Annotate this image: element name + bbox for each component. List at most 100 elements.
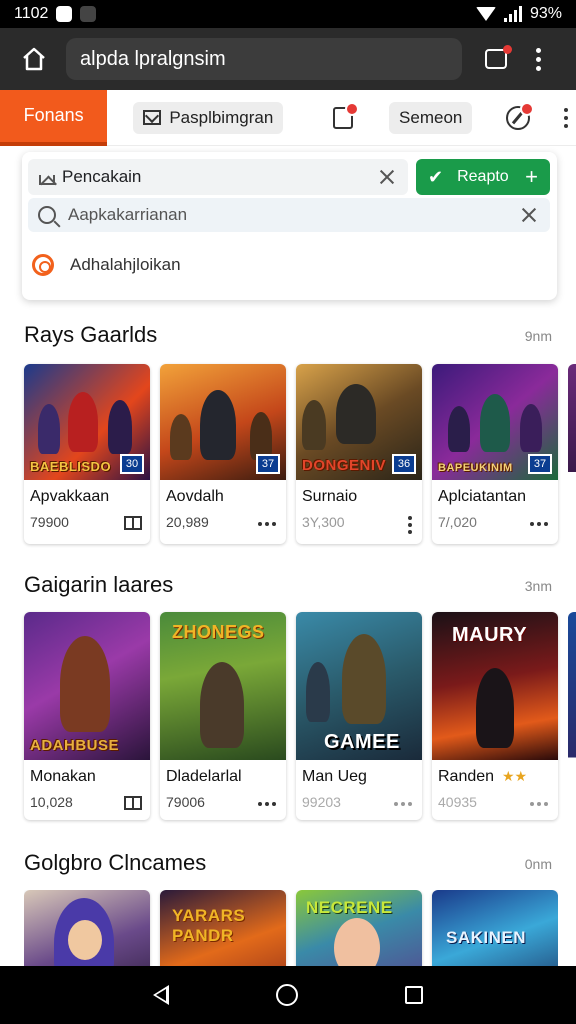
game-card[interactable]: BAEBLISDO 30 Apvakkaan 79900	[24, 364, 150, 544]
nav-chip-label: Pasplbimgran	[169, 107, 274, 127]
suggestion-text: Adhalahjloikan	[70, 255, 181, 274]
game-count: 40935	[438, 794, 477, 810]
status-time: 1102	[14, 5, 49, 22]
notes-badge	[345, 101, 360, 116]
more-icon[interactable]	[530, 802, 548, 806]
section-title: Rays Gaarlds	[24, 322, 158, 347]
game-count: 7/,020	[438, 514, 477, 530]
nav-chip-mail[interactable]: Pasplbimgran	[133, 101, 284, 134]
clear-location-button[interactable]	[376, 166, 398, 188]
section-see-all[interactable]: 0nm	[525, 856, 552, 872]
explore-badge	[520, 101, 535, 116]
game-title: Dladelarlal	[166, 768, 242, 785]
game-card[interactable]	[24, 890, 150, 966]
game-thumbnail: GAMEE	[296, 612, 422, 760]
home-circle-icon[interactable]	[275, 984, 298, 1006]
location-field-text: Pencakain	[62, 167, 142, 186]
game-thumbnail	[24, 890, 150, 966]
notification-icon	[80, 6, 97, 22]
game-row: BAEBLISDO 30 Apvakkaan 79900 37 Aovdalh …	[24, 364, 576, 544]
more-icon[interactable]	[258, 802, 276, 806]
game-count: 99203	[302, 794, 341, 810]
game-card[interactable]: BAPEUKINIM 37 Aplciatantan 7/,020	[432, 364, 558, 544]
search-input[interactable]: Aapkakarrianan	[28, 198, 550, 232]
game-tag: 30	[120, 454, 144, 474]
url-bar[interactable]: alpda lpralgnsim	[66, 38, 462, 80]
game-brand: GAMEE	[324, 731, 400, 753]
game-title: Monakan	[30, 768, 96, 785]
game-thumbnail: ZHONEGS	[160, 612, 286, 760]
notes-button[interactable]	[323, 98, 363, 138]
browser-menu-button[interactable]	[524, 39, 552, 79]
search-suggestion[interactable]: Adhalahjloikan	[32, 250, 181, 280]
game-brand: NECRENE	[306, 898, 393, 917]
game-card[interactable]: NECRENE	[296, 890, 422, 966]
explore-button[interactable]	[498, 98, 538, 138]
game-count: 20,989	[166, 514, 209, 530]
more-icon[interactable]	[530, 522, 548, 526]
game-title: Apvakkaan	[30, 488, 110, 505]
game-card[interactable]: GAMEE Man Ueg 99203	[296, 612, 422, 820]
section-see-all[interactable]: 9nm	[525, 328, 552, 344]
system-nav-bar	[0, 966, 576, 1024]
site-menu-button[interactable]	[556, 98, 576, 138]
game-thumbnail: NECRENE	[296, 890, 422, 966]
more-icon[interactable]	[394, 802, 412, 806]
nav-chip-second[interactable]: Semeon	[389, 101, 473, 134]
back-icon[interactable]	[153, 985, 170, 1005]
game-card[interactable]: DONGENIV 36 Surnaio 3Y,300	[296, 364, 422, 544]
game-card[interactable]: ZHONEGS Dladelarlal 79006	[160, 612, 286, 820]
tabs-button[interactable]	[476, 39, 516, 79]
game-thumbnail: ADAHBUSE	[24, 612, 150, 760]
app-notification-icon	[56, 6, 73, 22]
game-brand: MAURY	[452, 624, 528, 646]
section-title: Golgbro Clncames	[24, 850, 207, 875]
section-see-all[interactable]: 3nm	[525, 578, 552, 594]
game-brand: DONGENIV	[302, 457, 387, 474]
game-tag: 36	[392, 454, 416, 474]
game-brand: ZHONEGS	[172, 622, 265, 642]
game-card[interactable]: YARARS PANDR	[160, 890, 286, 966]
search-icon	[38, 206, 56, 224]
game-card[interactable]: MAURY Randen ★★ 40935	[432, 612, 558, 820]
game-row: ADAHBUSE Monakan 10,028 ZHONEGS Dladelar…	[24, 612, 576, 820]
nav-tab-active[interactable]: Fonans	[0, 89, 108, 146]
plus-icon: +	[525, 164, 538, 189]
more-icon[interactable]	[258, 522, 276, 526]
game-card-peek[interactable]	[568, 612, 576, 820]
game-title: Aplciatantan	[438, 488, 527, 505]
game-title: Aovdalh	[166, 488, 224, 505]
game-count: 10,028	[30, 794, 73, 810]
recents-icon[interactable]	[404, 986, 423, 1004]
check-icon: ✔	[428, 166, 444, 187]
game-card[interactable]: ADAHBUSE Monakan 10,028	[24, 612, 150, 820]
home-button[interactable]	[14, 39, 54, 79]
home-icon	[23, 47, 45, 71]
game-card-peek[interactable]	[568, 364, 576, 544]
battery-percent: 93%	[529, 5, 562, 22]
grid-icon[interactable]	[124, 516, 142, 530]
mail-icon	[143, 110, 162, 125]
go-button-label: Reapto	[457, 168, 509, 185]
game-title: Man Ueg	[302, 768, 367, 785]
game-thumbnail: BAPEUKINIM 37	[432, 364, 558, 480]
game-row: YARARS PANDR NECRENE SAKINEN	[24, 890, 558, 966]
game-card[interactable]: 37 Aovdalh 20,989	[160, 364, 286, 544]
grid-icon[interactable]	[124, 796, 142, 810]
game-thumbnail: SAKINEN	[432, 890, 558, 966]
status-bar: 1102 93%	[0, 0, 576, 28]
location-field[interactable]: Pencakain	[28, 159, 408, 195]
more-icon[interactable]	[408, 516, 412, 534]
game-card[interactable]: SAKINEN	[432, 890, 558, 966]
game-title: Surnaio	[302, 488, 358, 505]
game-brand: SAKINEN	[446, 928, 527, 947]
tabs-badge	[503, 45, 512, 54]
game-tag: 37	[256, 454, 280, 474]
game-brand: YARARS PANDR	[172, 906, 246, 945]
game-brand: BAPEUKINIM	[438, 462, 513, 474]
url-text: alpda lpralgnsim	[80, 47, 226, 70]
go-button[interactable]: ✔ Reapto +	[416, 159, 550, 195]
game-thumbnail: 37	[160, 364, 286, 480]
clear-search-button[interactable]	[518, 204, 540, 226]
wifi-icon	[475, 7, 496, 21]
